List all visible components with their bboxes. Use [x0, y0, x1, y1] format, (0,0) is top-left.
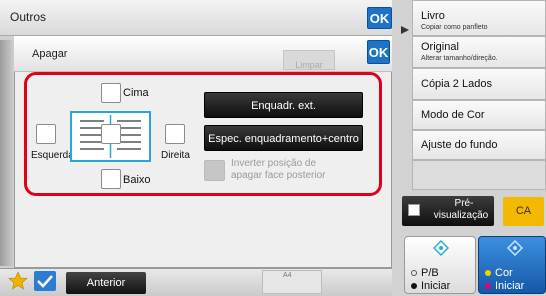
- background-edge-tab: [0, 40, 14, 266]
- bottom-bar: [0, 268, 392, 296]
- clear-button[interactable]: Limpar: [283, 50, 335, 70]
- book-subtitle: Copiar como panfleto: [421, 24, 488, 31]
- background-adjust-button[interactable]: Ajuste do fundo: [412, 130, 546, 160]
- center-checkbox[interactable]: [101, 124, 121, 144]
- duplex-copy-label: Cópia 2 Lados: [421, 78, 492, 90]
- frame-center-button[interactable]: Espec. enquadramento+centro: [204, 125, 363, 151]
- check-icon[interactable]: [34, 271, 56, 291]
- preview-label-line2: visualização: [433, 210, 489, 221]
- preview-label-line1: Pré-: [454, 198, 474, 209]
- back-button[interactable]: Anterior: [66, 272, 146, 294]
- right-panel-empty-area: [412, 160, 546, 190]
- start-diamond-icon-color: [507, 240, 523, 256]
- left-label: Esquerda: [31, 150, 74, 161]
- color-label-line1: Cor: [495, 267, 513, 279]
- outer-frame-button[interactable]: Enquadr. ext.: [204, 92, 363, 118]
- ca-button[interactable]: CA: [503, 197, 544, 226]
- duplex-copy-button[interactable]: Cópia 2 Lados: [412, 68, 546, 100]
- invert-checkbox[interactable]: [204, 160, 225, 181]
- dialog-header: [14, 36, 392, 72]
- bw-start-button[interactable]: P/B Iniciar: [404, 236, 476, 294]
- top-checkbox[interactable]: [101, 83, 121, 103]
- bw-label-line1: P/B: [421, 267, 439, 279]
- color-mode-label: Modo de Cor: [421, 109, 485, 121]
- bottom-checkbox[interactable]: [101, 169, 121, 189]
- book-button[interactable]: Livro Copiar como panfleto: [412, 0, 546, 36]
- right-label: Direita: [161, 150, 190, 161]
- right-checkbox[interactable]: [165, 124, 185, 144]
- dialog-title: Apagar: [32, 48, 68, 60]
- collapse-arrow-icon[interactable]: [400, 22, 410, 34]
- bw-indicator-dot-icon: [411, 283, 417, 289]
- original-subtitle: Alterar tamanho/direção.: [421, 55, 498, 62]
- original-button[interactable]: Original Alterar tamanho/direção.: [412, 36, 546, 68]
- color-indicator-icon: [485, 270, 491, 276]
- top-bar: [0, 0, 392, 36]
- window-title: Outros: [10, 10, 47, 24]
- start-diamond-icon: [433, 240, 449, 256]
- bottom-label: Baixo: [123, 174, 151, 186]
- top-label: Cima: [123, 87, 149, 99]
- color-mode-button[interactable]: Modo de Cor: [412, 100, 546, 130]
- background-adjust-label: Ajuste do fundo: [421, 139, 498, 151]
- ok-button-dialog[interactable]: OK: [367, 40, 390, 64]
- star-icon[interactable]: [8, 271, 28, 291]
- left-checkbox[interactable]: [36, 124, 56, 144]
- invert-label-line2: apagar face posterior: [231, 170, 326, 181]
- preview-icon: [408, 204, 420, 216]
- paper-indicator: A4: [262, 270, 322, 294]
- color-label-line2: Iniciar: [495, 280, 525, 292]
- color-indicator-dot-icon: [485, 283, 491, 289]
- paper-size-label: A4: [283, 272, 292, 279]
- color-start-button[interactable]: Cor Iniciar: [478, 236, 546, 294]
- bw-indicator-icon: [411, 270, 417, 276]
- preview-button[interactable]: Pré- visualização: [402, 196, 494, 226]
- ok-button-top[interactable]: OK: [367, 7, 392, 29]
- invert-label-line1: Inverter posição de: [231, 158, 317, 169]
- book-title: Livro: [421, 10, 445, 22]
- bw-label-line2: Iniciar: [421, 280, 451, 292]
- original-title: Original: [421, 41, 459, 53]
